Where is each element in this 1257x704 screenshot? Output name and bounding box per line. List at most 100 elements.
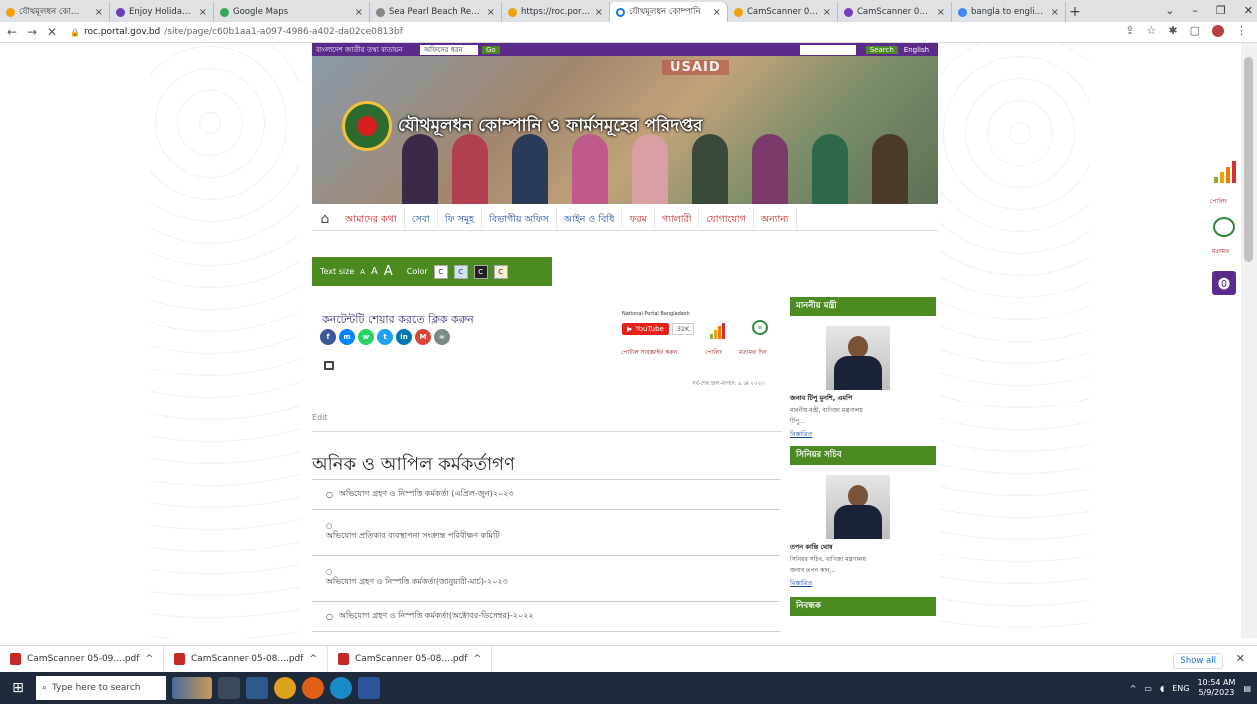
feedback-link[interactable]: মতামত দিন — [739, 347, 767, 358]
close-tab-icon[interactable]: × — [823, 7, 831, 18]
feedback-icon[interactable]: ≡ — [752, 320, 768, 335]
search-input[interactable] — [799, 44, 856, 55]
youtube-button[interactable]: ▶ YouTube — [622, 323, 669, 335]
volume-icon[interactable]: ◖ — [1160, 684, 1164, 693]
share-icon[interactable]: ⇪ — [1125, 24, 1134, 37]
menu-item[interactable]: সেবা — [405, 207, 438, 231]
menu-item[interactable]: ফি সমূহ — [438, 207, 483, 231]
tray-chevron-icon[interactable]: ^ — [1130, 684, 1137, 693]
menu-item[interactable]: যোগাযোগ — [699, 207, 754, 231]
profile-avatar[interactable] — [1212, 24, 1224, 37]
government-logo[interactable] — [342, 101, 392, 151]
print-icon[interactable] — [324, 361, 334, 370]
office-type-select[interactable]: অফিসের ধরন — [420, 44, 478, 55]
firefox-icon[interactable] — [302, 677, 324, 699]
color-option-blue[interactable]: C — [453, 264, 468, 279]
browser-tab[interactable]: Enjoy Holidays 3 Days × — [110, 2, 214, 22]
chevron-up-icon[interactable]: ^ — [145, 654, 153, 664]
edge-icon[interactable] — [330, 677, 352, 699]
scrollbar-thumb[interactable] — [1244, 57, 1253, 262]
floating-feedback-icon[interactable] — [1213, 217, 1235, 237]
browser-tab[interactable]: Sea Pearl Beach Resort × — [370, 2, 502, 22]
floating-poll-label[interactable]: পোলিং — [1210, 196, 1227, 207]
language-indicator[interactable]: ENG — [1172, 684, 1189, 693]
gmail-icon[interactable]: M — [415, 329, 431, 345]
sidepanel-icon[interactable]: ▢ — [1190, 24, 1200, 37]
text-size-small[interactable]: A — [360, 268, 365, 276]
list-item[interactable]: ○ অভিযোগ প্রতিকার ব্যবস্থাপনা সংক্রান্ত প… — [312, 510, 780, 556]
menu-item[interactable]: বিভাগীয় অফিস — [482, 207, 557, 231]
taskbar-search[interactable]: ⌕ Type here to search — [36, 676, 166, 700]
menu-item[interactable]: ফরম — [622, 207, 655, 231]
floating-feedback-label[interactable]: মতামত — [1212, 246, 1229, 257]
color-option-black[interactable]: C — [473, 264, 488, 279]
browser-tab[interactable]: Google Maps × — [214, 2, 370, 22]
go-button[interactable]: Go — [482, 45, 500, 54]
edit-link[interactable]: Edit — [312, 413, 328, 422]
show-all-button[interactable]: Show all — [1173, 653, 1223, 669]
close-tab-icon[interactable]: × — [355, 7, 363, 18]
download-item[interactable]: CamScanner 05-08....pdf ^ — [328, 645, 492, 673]
chevron-up-icon[interactable]: ^ — [309, 654, 317, 664]
extensions-icon[interactable]: ✱ — [1168, 24, 1177, 37]
download-item[interactable]: CamScanner 05-09....pdf ^ — [0, 645, 164, 673]
poll-icon[interactable] — [710, 323, 725, 339]
close-tab-icon[interactable]: × — [1051, 7, 1059, 18]
close-window-button[interactable]: ✕ — [1244, 4, 1253, 17]
browser-tab[interactable]: যৌথমূলধন কোম্পানি ও × — [0, 2, 110, 22]
news-widget-icon[interactable] — [172, 677, 212, 699]
text-size-large[interactable]: A — [384, 264, 393, 279]
color-option-white[interactable]: C — [433, 264, 448, 279]
close-tab-icon[interactable]: × — [199, 7, 207, 18]
menu-item[interactable]: গ্যালারী — [655, 207, 700, 231]
windows-start-icon[interactable]: ⊞ — [0, 672, 36, 704]
browser-tab[interactable]: https://roc.portal.gov × — [502, 2, 610, 22]
floating-poll-icon[interactable] — [1214, 161, 1236, 183]
forward-button[interactable]: → — [24, 25, 40, 39]
chrome-icon[interactable] — [274, 677, 296, 699]
close-tab-icon[interactable]: × — [595, 7, 603, 18]
menu-item[interactable]: অন্যান্য — [754, 207, 797, 231]
browser-tab-active[interactable]: যৌথমূলধন কোম্পানি × — [610, 2, 728, 22]
tab-search-icon[interactable]: ⌄ — [1165, 4, 1174, 17]
browser-tab[interactable]: bangla to english - Go × — [952, 2, 1066, 22]
messenger-icon[interactable]: m — [339, 329, 355, 345]
restore-button[interactable]: ❐ — [1216, 4, 1226, 17]
copy-link-icon[interactable]: ∞ — [434, 329, 450, 345]
close-tab-icon[interactable]: × — [713, 7, 721, 18]
list-item[interactable]: ○ অভিযোগ গ্রহণ ও নিস্পত্তি কর্মকর্তা(জানু… — [312, 556, 780, 602]
stop-button[interactable]: ✕ — [44, 25, 60, 39]
close-tab-icon[interactable]: × — [487, 7, 495, 18]
close-tab-icon[interactable]: × — [937, 7, 945, 18]
notification-icon[interactable]: ▤ — [1243, 684, 1251, 693]
url-field[interactable]: 🔒 roc.portal.gov.bd/site/page/c60b1aa1-a… — [70, 27, 403, 37]
text-size-medium[interactable]: A — [371, 266, 378, 277]
file-explorer-icon[interactable] — [246, 677, 268, 699]
minimize-button[interactable]: – — [1192, 4, 1198, 17]
whatsapp-icon[interactable]: w — [358, 329, 374, 345]
word-icon[interactable] — [358, 677, 380, 699]
search-button[interactable]: Search — [865, 45, 898, 54]
network-icon[interactable]: ▭ — [1144, 684, 1152, 693]
bookmark-star-icon[interactable]: ☆ — [1147, 24, 1157, 37]
list-item[interactable]: ○ অভিযোগ গ্রহণ ও নিস্পত্তি কর্মকর্তা(অক্ট… — [312, 602, 780, 632]
browser-tab[interactable]: CamScanner 05-08-20 × — [838, 2, 952, 22]
accessibility-icon[interactable]: ⓿ — [1212, 271, 1236, 295]
menu-icon[interactable]: ⋮ — [1236, 24, 1247, 37]
page-scrollbar[interactable] — [1241, 43, 1257, 638]
clock[interactable]: 10:54 AM 5/9/2023 — [1197, 678, 1235, 698]
menu-item[interactable]: আমাদের কথা — [338, 207, 405, 231]
facebook-icon[interactable]: f — [320, 329, 336, 345]
download-item[interactable]: CamScanner 05-08....pdf ^ — [164, 645, 328, 673]
minister-details-link[interactable]: বিস্তারিত — [790, 429, 938, 440]
task-view-icon[interactable] — [218, 677, 240, 699]
new-tab-button[interactable]: + — [1066, 2, 1084, 22]
chevron-up-icon[interactable]: ^ — [473, 654, 481, 664]
linkedin-icon[interactable]: in — [396, 329, 412, 345]
poll-link[interactable]: পোলিং — [705, 347, 722, 358]
list-item[interactable]: ○ অভিযোগ গ্রহণ ও নিস্পত্তি কর্মকর্তা (এপ্… — [312, 480, 780, 510]
secretary-details-link[interactable]: বিস্তারিত — [790, 578, 938, 589]
menu-item[interactable]: আইন ও বিধি — [557, 207, 623, 231]
english-link[interactable]: English — [904, 46, 929, 54]
close-tab-icon[interactable]: × — [95, 7, 103, 18]
